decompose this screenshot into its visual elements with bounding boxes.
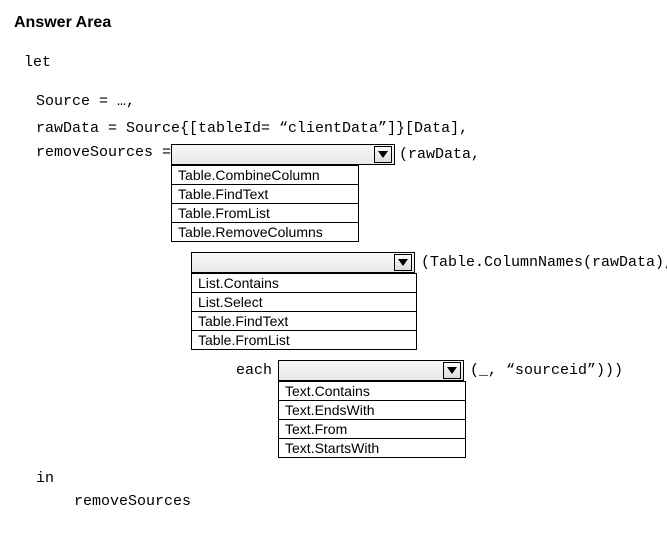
columnnames-row: List.Contains List.Select Table.FindText…	[191, 252, 653, 350]
after-dropdown-3: (_, “sourceid”)))	[470, 360, 623, 381]
chevron-down-icon	[398, 259, 408, 266]
dropdown-3-option[interactable]: Text.Contains	[279, 381, 465, 400]
dropdown-1-option[interactable]: Table.CombineColumn	[172, 165, 358, 184]
source-line: Source = …,	[36, 91, 653, 114]
dropdown-1-head[interactable]	[171, 144, 395, 165]
dropdown-2[interactable]: List.Contains List.Select Table.FindText…	[191, 252, 417, 350]
return-expr: removeSources	[74, 493, 653, 510]
dropdown-2-option[interactable]: Table.FromList	[192, 330, 416, 349]
each-keyword: each	[236, 360, 272, 381]
dropdown-3-option[interactable]: Text.From	[279, 419, 465, 438]
rawdata-line: rawData = Source{[tableId= “clientData”]…	[36, 118, 653, 141]
dropdown-1-option[interactable]: Table.FindText	[172, 184, 358, 203]
each-row: each Text.Contains Text.EndsWith Text.Fr…	[236, 360, 653, 458]
dropdown-1[interactable]: Table.CombineColumn Table.FindText Table…	[171, 144, 395, 242]
dropdown-3-option[interactable]: Text.EndsWith	[279, 400, 465, 419]
dropdown-3-list: Text.Contains Text.EndsWith Text.From Te…	[278, 381, 466, 458]
let-keyword: let	[24, 54, 653, 71]
chevron-down-icon	[447, 367, 457, 374]
dropdown-2-option[interactable]: Table.FindText	[192, 311, 416, 330]
dropdown-3[interactable]: Text.Contains Text.EndsWith Text.From Te…	[278, 360, 466, 458]
dropdown-1-list: Table.CombineColumn Table.FindText Table…	[171, 165, 359, 242]
chevron-down-icon	[378, 151, 388, 158]
after-dropdown-2: (Table.ColumnNames(rawData),	[421, 252, 667, 273]
dropdown-3-toggle[interactable]	[443, 362, 461, 379]
dropdown-1-option[interactable]: Table.RemoveColumns	[172, 222, 358, 241]
dropdown-2-option[interactable]: List.Select	[192, 292, 416, 311]
in-keyword: in	[36, 470, 653, 487]
dropdown-3-head[interactable]	[278, 360, 464, 381]
dropdown-2-list: List.Contains List.Select Table.FindText…	[191, 273, 417, 350]
dropdown-2-head[interactable]	[191, 252, 415, 273]
dropdown-1-option[interactable]: Table.FromList	[172, 203, 358, 222]
dropdown-1-toggle[interactable]	[374, 146, 392, 163]
dropdown-2-option[interactable]: List.Contains	[192, 273, 416, 292]
removesources-row: removeSources = Table.CombineColumn Tabl…	[36, 144, 653, 242]
dropdown-3-option[interactable]: Text.StartsWith	[279, 438, 465, 457]
dropdown-2-toggle[interactable]	[394, 254, 412, 271]
removesources-prefix: removeSources =	[36, 144, 171, 161]
after-dropdown-1: (rawData,	[399, 144, 480, 165]
answer-area-title: Answer Area	[14, 14, 653, 32]
